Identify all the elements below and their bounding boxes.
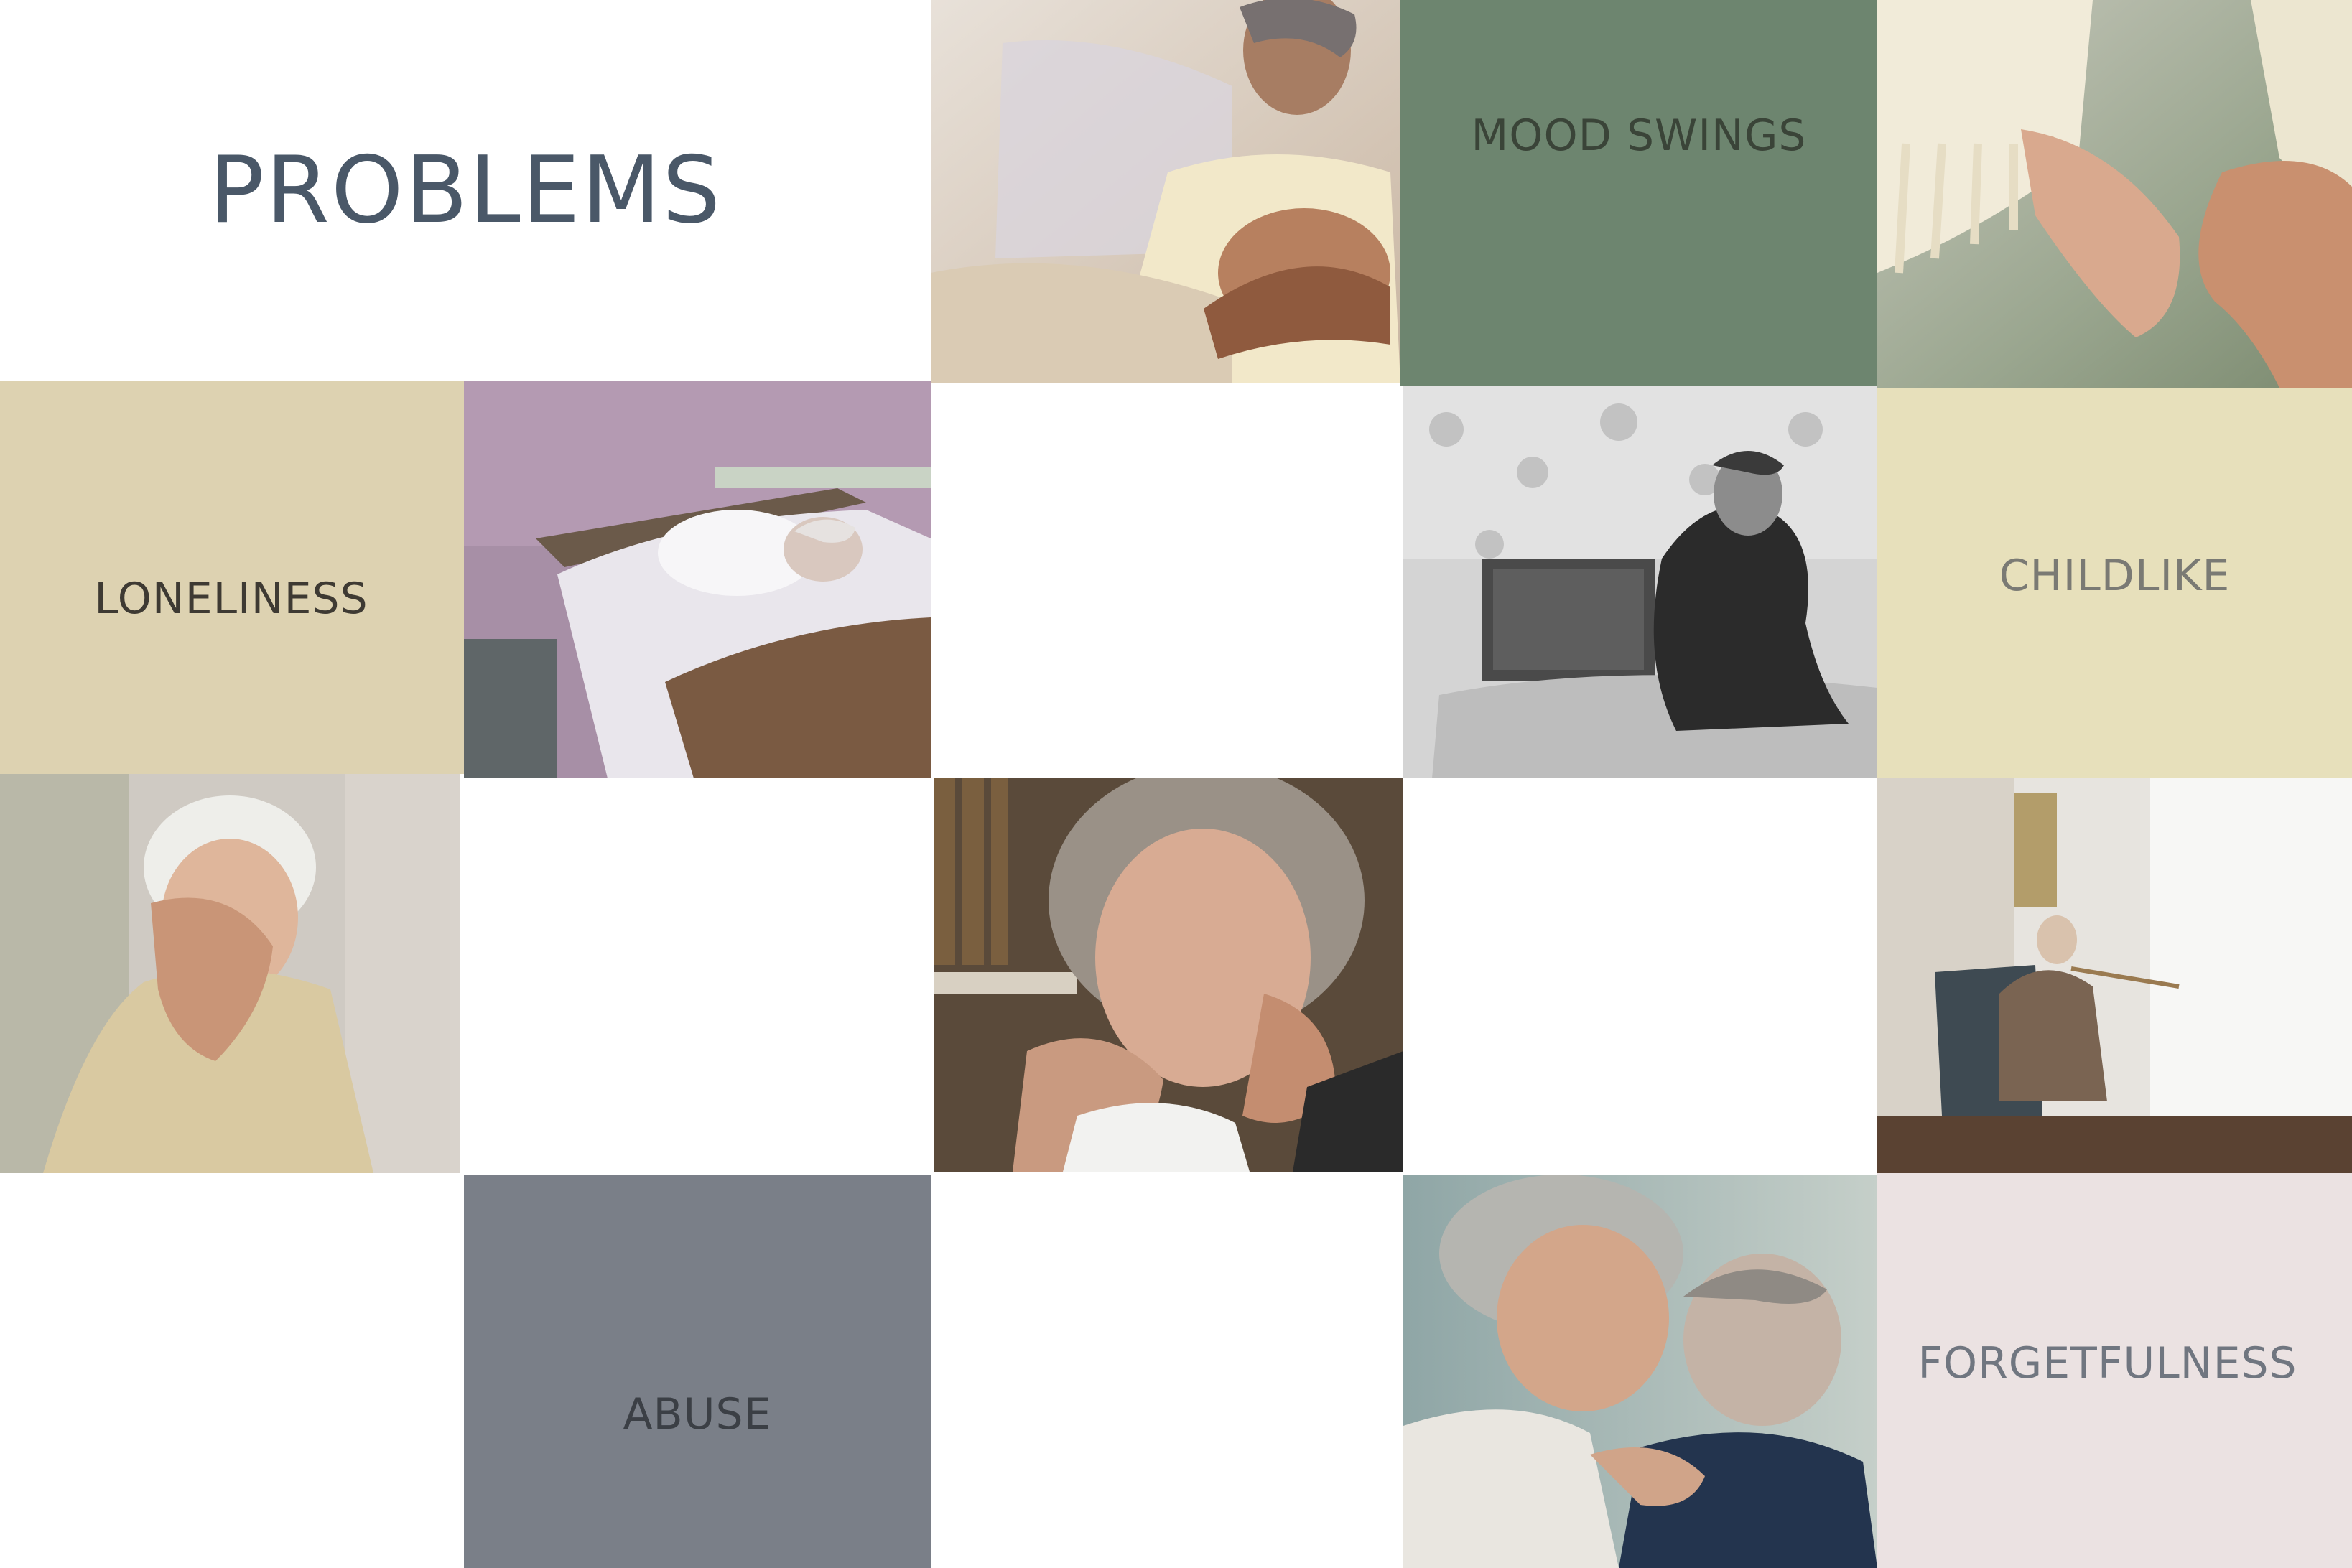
photo-woman-covering-face — [0, 774, 460, 1173]
tile-forgetfulness: FORGETFULNESS — [1877, 1173, 2352, 1568]
page-title: PROBLEMS — [208, 136, 722, 244]
photo-woman-clasped-hands — [931, 0, 1400, 383]
tile-abuse: ABUSE — [464, 1175, 931, 1568]
mood-swings-label: MOOD SWINGS — [1471, 111, 1807, 161]
tile-childlike: CHILDLIKE — [1877, 388, 2352, 778]
photo-man-by-window — [1877, 778, 2352, 1173]
photo-woman-on-bed-bw — [1403, 386, 1877, 778]
photo-woman-chin-on-hands — [934, 778, 1403, 1172]
photo-hospital-bed — [464, 381, 931, 778]
forgetfulness-label: FORGETFULNESS — [1918, 1338, 2297, 1389]
title-tile: PROBLEMS — [0, 0, 931, 381]
tile-mood-swings: MOOD SWINGS — [1400, 0, 1877, 386]
loneliness-label: LONELINESS — [94, 574, 368, 624]
tile-loneliness: LONELINESS — [0, 381, 464, 774]
photo-two-elderly — [1403, 1175, 1877, 1568]
childlike-label: CHILDLIKE — [1999, 551, 2231, 601]
photo-holding-hands — [1877, 0, 2352, 388]
abuse-label: ABUSE — [623, 1389, 772, 1439]
